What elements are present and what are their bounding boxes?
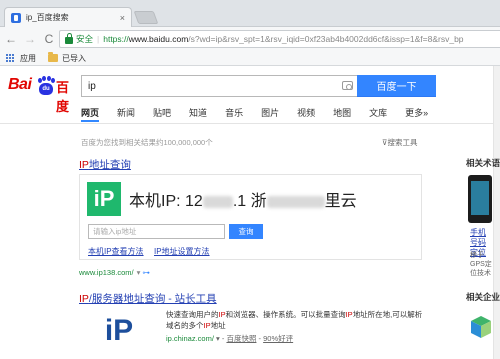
tab-more[interactable]: 更多» xyxy=(405,104,428,122)
company-logo-icon[interactable] xyxy=(470,315,492,339)
ip-address-input[interactable]: 请输入ip地址 xyxy=(88,224,225,239)
title-text: 地址查询 xyxy=(88,159,131,171)
ip-mid: .1 浙 xyxy=(232,193,267,210)
tab-web[interactable]: 网页 xyxy=(81,104,100,122)
related-terms-heading: 相关术语 xyxy=(466,158,500,168)
bookmark-apps[interactable]: 应用 xyxy=(20,53,36,64)
url-path: /s?wd=ip&rsv_spt=1&rsv_iqid=0xf23ab4b400… xyxy=(188,34,464,44)
rating-link[interactable]: 90%好评 xyxy=(263,334,293,343)
search-input[interactable]: ip xyxy=(81,75,357,97)
tab-close-icon[interactable]: × xyxy=(120,13,125,23)
browser-tab[interactable]: ip_百度搜索 × xyxy=(4,7,132,27)
browser-tab-strip: ip_百度搜索 × xyxy=(0,0,500,27)
ip-lookup-card: iP 本机IP: 12 .1 浙 里云 请输入ip地址 查询 本机IP查看方法 IP… xyxy=(79,174,422,260)
result-title-chinaz[interactable]: IP/服务器地址查询 - 站长工具 xyxy=(79,291,217,306)
result-url-ip138: www.ip138.com/▾ ⊶ xyxy=(79,268,150,277)
ip-logo-icon: iP xyxy=(87,182,121,216)
url-text: ip.chinaz.com/ xyxy=(166,334,214,343)
local-ip-text: 本机IP: 12 .1 浙 里云 xyxy=(129,187,357,211)
browser-toolbar: ← → C 安全 | https:// www.baidu.com /s?wd=… xyxy=(0,27,500,51)
result-url-chinaz: ip.chinaz.com/ ▾ - 百度快照 - 90%好评 xyxy=(166,334,294,343)
back-arrow-icon[interactable]: ← xyxy=(3,32,19,46)
camera-icon[interactable] xyxy=(342,81,353,90)
snapshot-link[interactable]: 百度快照 xyxy=(226,334,256,343)
new-tab-button[interactable] xyxy=(133,11,159,24)
chevron-down-icon[interactable]: ▾ xyxy=(137,268,141,277)
search-tools-label: 搜索工具 xyxy=(387,138,418,147)
chinaz-ip-thumbnail[interactable]: iP xyxy=(81,309,157,353)
phone-thumbnail[interactable] xyxy=(468,175,492,223)
chevron-down-icon[interactable]: ▾ - xyxy=(214,334,227,343)
tab-news[interactable]: 新闻 xyxy=(117,104,135,122)
reload-icon[interactable]: C xyxy=(41,32,57,46)
tab-map[interactable]: 地图 xyxy=(333,104,351,122)
tabs-divider xyxy=(0,123,493,124)
tab-title: ip_百度搜索 xyxy=(26,13,69,22)
page-scrollbar[interactable] xyxy=(493,66,500,359)
tab-music[interactable]: 音乐 xyxy=(225,104,243,122)
baidu-favicon-icon xyxy=(11,12,21,23)
logo-baidu-cn: 百度 xyxy=(56,80,70,114)
link-set-ip-method[interactable]: IP地址设置方法 xyxy=(154,246,210,257)
secure-label: 安全 xyxy=(76,34,94,44)
url-scheme: https:// xyxy=(103,34,129,44)
logo-bai: Bai xyxy=(8,76,32,93)
url-text: www.ip138.com/ xyxy=(79,268,134,277)
ip-prefix: 本机IP: 12 xyxy=(129,193,203,210)
bookmark-imported[interactable]: 已导入 xyxy=(62,53,86,64)
address-bar[interactable]: 安全 | https:// www.baidu.com /s?wd=ip&rsv… xyxy=(59,30,500,48)
bookmarks-bar: 应用 已导入 xyxy=(0,51,500,66)
tab-tieba[interactable]: 贴吧 xyxy=(153,104,171,122)
ip-end: 里云 xyxy=(324,193,357,210)
redacted-location xyxy=(266,195,325,208)
title-text: /服务器地址查询 - 站长工具 xyxy=(88,293,217,305)
tab-zhidao[interactable]: 知道 xyxy=(189,104,207,122)
redacted-ip xyxy=(202,195,233,208)
lock-icon xyxy=(65,33,73,44)
search-category-tabs: 网页 新闻 贴吧 知道 音乐 图片 视频 地图 文库 更多» xyxy=(81,104,446,122)
logo-du: du xyxy=(39,83,53,95)
result-description: 快速查询用户的IP和浏览器、操作系统。可以批量查询IP地址所在地,可以解析域名的… xyxy=(166,310,423,330)
title-highlight: IP xyxy=(79,293,89,305)
search-tools-button[interactable]: ⊽搜索工具 xyxy=(382,137,418,148)
paw-icon: du xyxy=(37,76,55,95)
link-check-ip-method[interactable]: 本机IP查看方法 xyxy=(88,246,144,257)
related-term-desc: 移于GPS定位技术 xyxy=(470,252,492,277)
share-icon[interactable]: ⊶ xyxy=(142,268,150,277)
result-title-ip138[interactable]: IP地址查询 xyxy=(79,157,131,172)
folder-icon xyxy=(48,52,58,62)
url-host: www.baidu.com xyxy=(128,34,189,44)
title-highlight: IP xyxy=(79,159,89,171)
tab-wenku[interactable]: 文库 xyxy=(369,104,387,122)
apps-grid-icon[interactable] xyxy=(6,53,15,63)
search-query: ip xyxy=(88,80,96,92)
baidu-logo[interactable]: Bai du 百度 xyxy=(8,76,78,114)
result-count: 百度为您找到相关结果约100,000,000个 xyxy=(81,138,213,147)
tab-images[interactable]: 图片 xyxy=(261,104,279,122)
tab-video[interactable]: 视频 xyxy=(297,104,315,122)
related-companies-heading: 相关企业 xyxy=(466,292,500,302)
search-button[interactable]: 百度一下 xyxy=(357,75,436,97)
address-separator: | xyxy=(97,34,100,44)
forward-arrow-icon[interactable]: → xyxy=(22,32,38,46)
ip-query-button[interactable]: 查询 xyxy=(229,224,263,239)
